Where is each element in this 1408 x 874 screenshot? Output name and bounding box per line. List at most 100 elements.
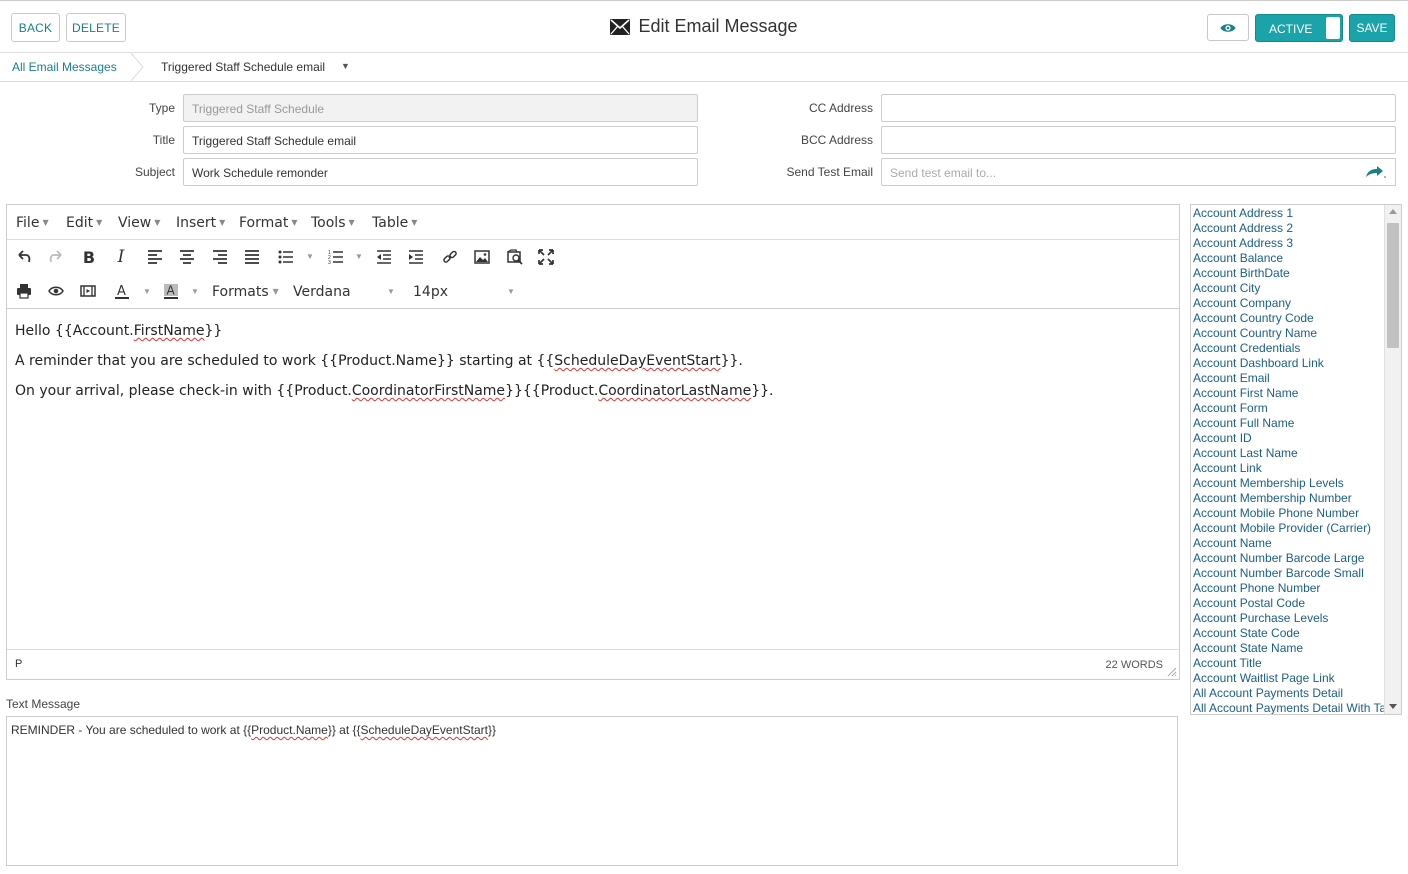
font-size-select[interactable]: 14px xyxy=(413,284,448,300)
background-color-icon[interactable]: A xyxy=(161,281,181,301)
merge-field-item[interactable]: Account Balance xyxy=(1193,251,1385,266)
merge-field-item[interactable]: Account First Name xyxy=(1193,386,1385,401)
merge-field-item[interactable]: Account Title xyxy=(1193,656,1385,671)
scroll-up-icon[interactable] xyxy=(1389,209,1397,214)
menu-table[interactable]: Table ▼ xyxy=(372,215,417,231)
merge-field-item[interactable]: Account Number Barcode Large xyxy=(1193,551,1385,566)
merge-field-item[interactable]: Account Number Barcode Small xyxy=(1193,566,1385,581)
page-title-text: Edit Email Message xyxy=(638,16,798,36)
editor-content[interactable]: Hello {{Account.FirstName}} A reminder t… xyxy=(7,309,1179,651)
save-button[interactable]: SAVE xyxy=(1349,14,1395,42)
media-embed-icon[interactable] xyxy=(78,281,98,301)
link-icon[interactable] xyxy=(440,247,460,267)
menu-edit[interactable]: Edit ▼ xyxy=(66,215,102,231)
merge-field-item[interactable]: Account Address 3 xyxy=(1193,236,1385,251)
scrollbar[interactable] xyxy=(1384,205,1401,714)
align-justify-icon[interactable] xyxy=(242,247,262,267)
merge-fields-list[interactable]: Account Address 1 Account Address 2 Accoun… xyxy=(1190,204,1402,715)
numbered-list-icon[interactable]: 123 xyxy=(326,247,346,267)
resize-handle-icon[interactable] xyxy=(1167,667,1177,677)
preview-button[interactable] xyxy=(1207,14,1249,41)
background-color-dropdown[interactable]: ▼ xyxy=(191,287,199,296)
merge-field-item[interactable]: Account Link xyxy=(1193,461,1385,476)
merge-field-item[interactable]: Account BirthDate xyxy=(1193,266,1385,281)
breadcrumb-parent-link[interactable]: All Email Messages xyxy=(12,60,117,74)
send-test-email-field[interactable]: Send test email to... xyxy=(881,158,1357,186)
breadcrumb-separator-icon xyxy=(130,53,144,81)
outdent-icon[interactable] xyxy=(374,247,394,267)
menu-view[interactable]: View ▼ xyxy=(118,215,160,231)
align-right-icon[interactable] xyxy=(210,247,230,267)
word-count: 22 WORDS xyxy=(1105,659,1163,671)
subject-field[interactable]: Work Schedule remonder xyxy=(183,158,698,186)
merge-field-item[interactable]: All Account Payments Detail With Ta xyxy=(1193,701,1385,714)
merge-field-item[interactable]: Account Address 1 xyxy=(1193,206,1385,221)
bcc-address-field[interactable] xyxy=(881,126,1396,154)
bcc-address-label: BCC Address xyxy=(800,133,873,147)
fullscreen-icon[interactable] xyxy=(536,247,556,267)
merge-field-item[interactable]: Account Form xyxy=(1193,401,1385,416)
merge-field-item[interactable]: All Account Payments Detail xyxy=(1193,686,1385,701)
formats-dropdown[interactable]: Formats ▼ xyxy=(212,284,279,300)
body-line-3: On your arrival, please check-in with {{… xyxy=(15,383,774,399)
cc-address-field[interactable] xyxy=(881,94,1396,122)
merge-field-item[interactable]: Account Address 2 xyxy=(1193,221,1385,236)
merge-field-item[interactable]: Account Email xyxy=(1193,371,1385,386)
text-color-icon[interactable]: A xyxy=(112,281,132,301)
image-icon[interactable] xyxy=(472,247,492,267)
merge-field-item[interactable]: Account Dashboard Link xyxy=(1193,356,1385,371)
media-search-icon[interactable] xyxy=(505,247,525,267)
numbered-list-dropdown[interactable]: ▼ xyxy=(355,252,363,261)
title-field[interactable]: Triggered Staff Schedule email xyxy=(183,126,698,154)
redo-icon[interactable] xyxy=(46,247,66,267)
bold-icon[interactable]: B xyxy=(79,247,99,267)
merge-field-item[interactable]: Account City xyxy=(1193,281,1385,296)
body-line-1: Hello {{Account.FirstName}} xyxy=(15,323,223,339)
text-color-dropdown[interactable]: ▼ xyxy=(143,287,151,296)
merge-field-item[interactable]: Account Postal Code xyxy=(1193,596,1385,611)
editor-menubar: File ▼ Edit ▼ View ▼ Insert ▼ Format ▼ Tools ▼… xyxy=(7,205,1179,240)
undo-icon[interactable] xyxy=(14,247,34,267)
bullet-list-icon[interactable] xyxy=(276,247,296,267)
merge-field-item[interactable]: Account Last Name xyxy=(1193,446,1385,461)
bullet-list-dropdown[interactable]: ▼ xyxy=(306,252,314,261)
merge-field-item[interactable]: Account Purchase Levels xyxy=(1193,611,1385,626)
align-left-icon[interactable] xyxy=(145,247,165,267)
merge-field-item[interactable]: Account Country Name xyxy=(1193,326,1385,341)
breadcrumb-current: Triggered Staff Schedule email xyxy=(161,60,326,74)
merge-field-item[interactable]: Account Full Name xyxy=(1193,416,1385,431)
scroll-thumb[interactable] xyxy=(1387,223,1399,348)
element-path[interactable]: P xyxy=(15,658,22,670)
menu-insert[interactable]: Insert ▼ xyxy=(176,215,225,231)
merge-field-item[interactable]: Account State Name xyxy=(1193,641,1385,656)
menu-file[interactable]: File ▼ xyxy=(16,215,49,231)
merge-field-item[interactable]: Account Country Code xyxy=(1193,311,1385,326)
send-test-button[interactable] xyxy=(1356,158,1396,186)
merge-field-item[interactable]: Account Mobile Phone Number xyxy=(1193,506,1385,521)
italic-icon[interactable]: I xyxy=(111,247,131,267)
font-family-select[interactable]: Verdana xyxy=(293,284,351,300)
merge-field-item[interactable]: Account Company xyxy=(1193,296,1385,311)
preview-eye-icon[interactable] xyxy=(46,281,66,301)
merge-field-item[interactable]: Account Name xyxy=(1193,536,1385,551)
font-size-chevron-down-icon: ▼ xyxy=(507,287,515,296)
menu-tools[interactable]: Tools ▼ xyxy=(311,215,355,231)
merge-field-item[interactable]: Account Waitlist Page Link xyxy=(1193,671,1385,686)
top-bar: BACK DELETE Edit Email Message ACTIVE SA… xyxy=(0,0,1408,53)
scroll-down-icon[interactable] xyxy=(1389,704,1397,709)
print-icon[interactable] xyxy=(14,281,34,301)
merge-field-item[interactable]: Account Credentials xyxy=(1193,341,1385,356)
svg-text:A: A xyxy=(117,284,126,299)
merge-field-item[interactable]: Account Membership Number xyxy=(1193,491,1385,506)
indent-icon[interactable] xyxy=(406,247,426,267)
merge-field-item[interactable]: Account ID xyxy=(1193,431,1385,446)
text-message-field[interactable]: REMINDER - You are scheduled to work at … xyxy=(6,716,1178,866)
merge-field-item[interactable]: Account Phone Number xyxy=(1193,581,1385,596)
active-toggle[interactable]: ACTIVE xyxy=(1255,14,1343,42)
menu-format[interactable]: Format ▼ xyxy=(239,215,298,231)
merge-field-item[interactable]: Account State Code xyxy=(1193,626,1385,641)
align-center-icon[interactable] xyxy=(177,247,197,267)
merge-field-item[interactable]: Account Mobile Provider (Carrier) xyxy=(1193,521,1385,536)
merge-field-item[interactable]: Account Membership Levels xyxy=(1193,476,1385,491)
chevron-down-icon[interactable]: ▼ xyxy=(341,61,350,71)
